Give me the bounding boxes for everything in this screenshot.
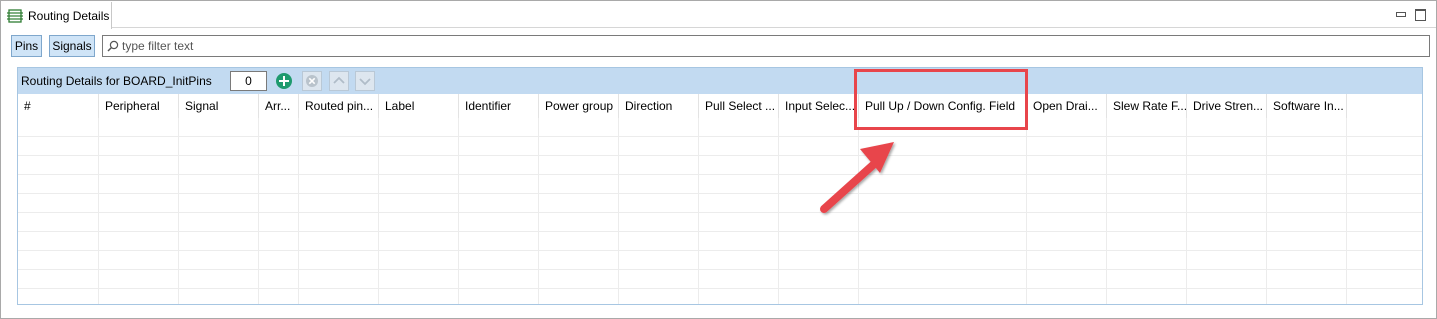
highlight-box [854, 69, 1028, 130]
routing-details-icon [7, 8, 23, 23]
routing-table: # Peripheral Signal Arr... Routed pin...… [18, 94, 1422, 304]
view-title: Routing Details [28, 8, 110, 23]
chevron-down-icon [359, 78, 371, 86]
column-header[interactable]: Drive Stren... [1187, 94, 1267, 118]
count-input[interactable]: 0 [230, 71, 267, 91]
column-header[interactable]: Signal [179, 94, 259, 118]
column-header[interactable]: Software In... [1267, 94, 1347, 118]
plus-icon [276, 73, 292, 89]
filter-field[interactable] [102, 35, 1430, 57]
table-row[interactable] [18, 232, 1422, 251]
filter-input[interactable] [122, 39, 1412, 53]
minimize-icon[interactable] [1394, 8, 1406, 20]
column-header[interactable]: Open Drai... [1027, 94, 1107, 118]
panel-title: Routing Details for BOARD_InitPins [21, 74, 212, 88]
chevron-up-icon [333, 76, 345, 84]
maximize-icon[interactable] [1414, 8, 1426, 21]
close-icon [306, 75, 318, 87]
column-header[interactable]: Pull Select ... [699, 94, 779, 118]
column-header[interactable]: Direction [619, 94, 699, 118]
pins-toggle-button[interactable]: Pins [11, 35, 42, 57]
add-row-button[interactable] [274, 71, 294, 91]
move-up-button[interactable] [329, 71, 349, 91]
table-row[interactable] [18, 175, 1422, 194]
column-header[interactable]: Input Selec... [779, 94, 859, 118]
table-row[interactable] [18, 194, 1422, 213]
table-row[interactable] [18, 213, 1422, 232]
table-row[interactable] [18, 137, 1422, 156]
table-row[interactable] [18, 270, 1422, 289]
view-tab-bar: Routing Details [2, 2, 1436, 29]
move-down-button[interactable] [355, 71, 375, 91]
remove-row-button[interactable] [302, 71, 322, 91]
routing-panel: Routing Details for BOARD_InitPins 0 # P… [17, 67, 1423, 305]
column-header[interactable]: Peripheral [99, 94, 179, 118]
routing-details-view: Routing Details Pins Signals Routing Det… [0, 0, 1437, 319]
column-header[interactable]: Arr... [259, 94, 299, 118]
signals-toggle-button[interactable]: Signals [49, 35, 95, 57]
column-header[interactable]: # [18, 94, 99, 118]
window-controls [1394, 8, 1426, 21]
column-header[interactable]: Slew Rate F... [1107, 94, 1187, 118]
column-header[interactable]: Routed pin... [299, 94, 379, 118]
toolbar: Pins Signals [11, 35, 1431, 57]
table-row[interactable] [18, 156, 1422, 175]
table-row[interactable] [18, 118, 1422, 137]
routing-panel-header: Routing Details for BOARD_InitPins 0 [18, 68, 1422, 94]
search-icon [107, 40, 119, 52]
column-header[interactable]: Identifier [459, 94, 539, 118]
table-body [18, 118, 1422, 304]
tab-routing-details[interactable]: Routing Details [2, 2, 112, 29]
table-header: # Peripheral Signal Arr... Routed pin...… [18, 94, 1422, 118]
column-header[interactable]: Label [379, 94, 459, 118]
column-header[interactable]: Power group [539, 94, 619, 118]
table-row[interactable] [18, 251, 1422, 270]
